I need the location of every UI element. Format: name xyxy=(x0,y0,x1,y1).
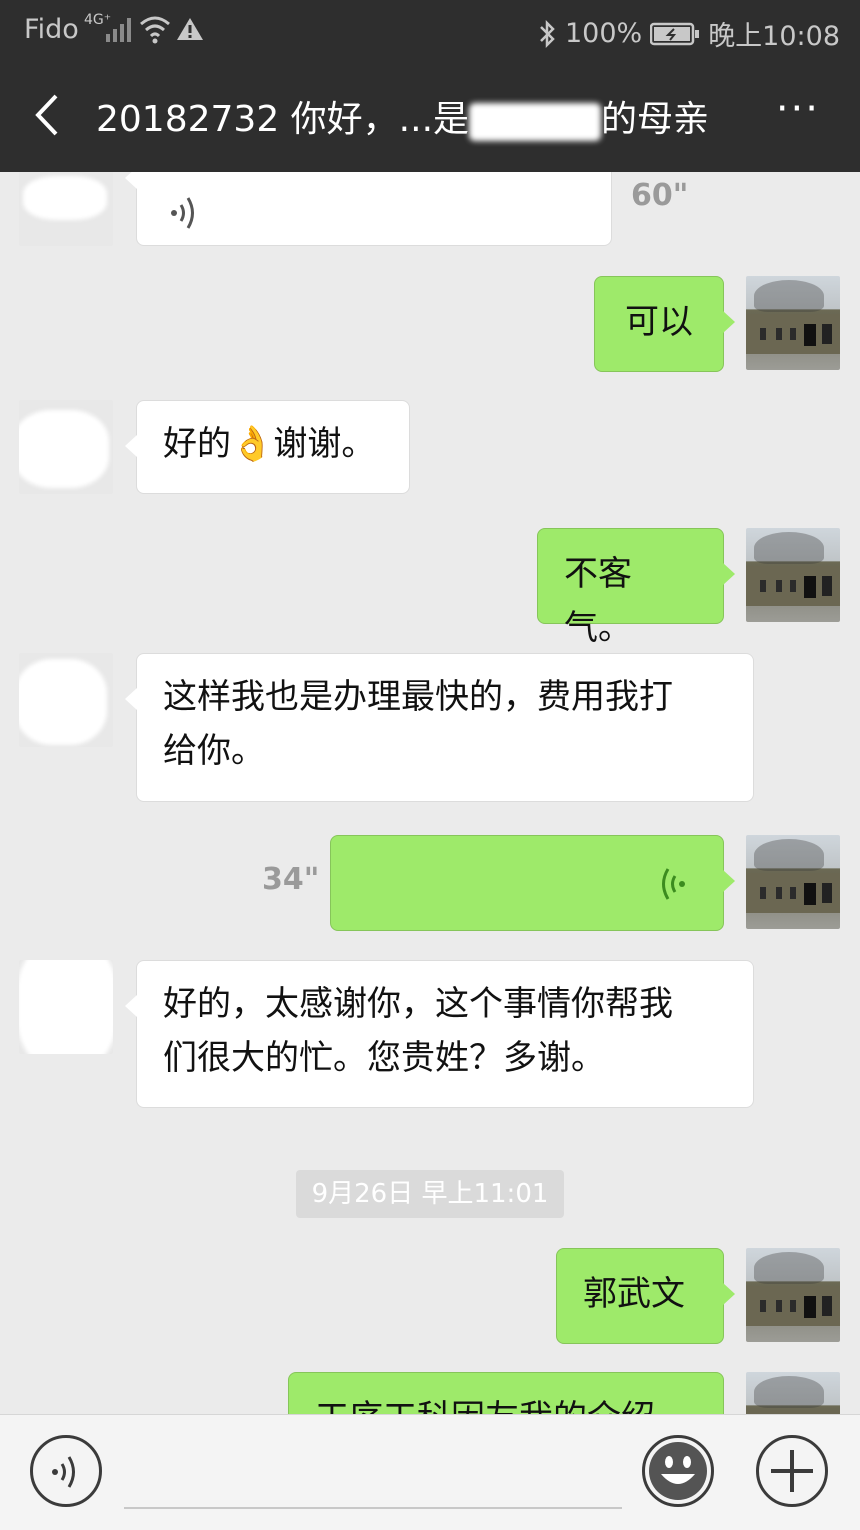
message-text: 好的👌谢谢。 xyxy=(163,424,376,464)
chat-title-suffix: 的母亲 xyxy=(601,99,710,140)
message-bubble[interactable]: 工序工科因友我的介绍 xyxy=(288,1372,724,1414)
chat-title-text: 20182732 你好，...是 xyxy=(96,99,470,140)
message-bubble[interactable]: 郭武文 xyxy=(556,1248,735,1344)
bluetooth-icon xyxy=(540,19,555,48)
voice-duration: 34" xyxy=(262,862,320,897)
message-text: 郭武文 xyxy=(583,1274,685,1314)
voice-wave-icon xyxy=(52,1456,75,1488)
status-bar: Fido 4G⁺ 100% 晚上10:08 xyxy=(0,0,860,60)
emoji-icon[interactable] xyxy=(642,1435,714,1507)
signal-icon xyxy=(106,18,131,42)
message-text: 不客气。 xyxy=(564,554,632,648)
voice-wave-icon xyxy=(171,197,194,229)
message-bubble[interactable]: 这样我也是办理最快的，费用我打 给你。 xyxy=(125,653,754,802)
contact-avatar[interactable] xyxy=(19,960,113,1054)
contact-avatar[interactable] xyxy=(19,400,113,494)
message-bubble[interactable]: 好的，太感谢你，这个事情你帮我 们很大的忙。您贵姓？多谢。 xyxy=(125,960,754,1108)
message-input[interactable] xyxy=(124,1507,622,1509)
my-avatar[interactable] xyxy=(746,835,840,929)
contact-avatar[interactable] xyxy=(19,653,113,747)
my-avatar[interactable] xyxy=(746,276,840,370)
timestamp-divider: 9月26日 早上11:01 xyxy=(296,1170,564,1218)
my-avatar[interactable] xyxy=(746,1372,840,1414)
message-text: 工序工科因友我的介绍 xyxy=(315,1398,655,1414)
contact-avatar[interactable] xyxy=(19,172,113,246)
warning-icon xyxy=(177,18,203,40)
my-avatar[interactable] xyxy=(746,528,840,622)
redaction-scribble xyxy=(469,101,602,141)
chat-title: 20182732 你好，...是 的母亲 xyxy=(96,90,709,142)
input-bar xyxy=(0,1414,860,1530)
battery-percent: 100% xyxy=(564,18,643,49)
message-bubble[interactable]: 好的👌谢谢。 xyxy=(125,400,410,494)
message-text-line: 们很大的忙。您贵姓？多谢。 xyxy=(163,1038,605,1078)
my-avatar[interactable] xyxy=(746,1248,840,1342)
message-bubble[interactable]: 可以 xyxy=(594,276,735,372)
clock: 晚上10:08 xyxy=(708,21,840,52)
more-icon[interactable]: ··· xyxy=(776,86,820,132)
message-text-line: 这样我也是办理最快的，费用我打 xyxy=(163,677,673,717)
message-bubble[interactable]: 不客气。 xyxy=(537,528,735,648)
battery-icon xyxy=(650,22,700,45)
message-text: 可以 xyxy=(625,302,693,342)
voice-wave-icon xyxy=(662,868,685,900)
voice-message[interactable] xyxy=(330,835,735,931)
message-text-line: 给你。 xyxy=(163,731,265,771)
voice-duration: 60" xyxy=(631,178,689,213)
plus-sign-icon xyxy=(771,1450,813,1492)
back-arrow-icon[interactable] xyxy=(28,90,68,140)
message-text-line: 好的，太感谢你，这个事情你帮我 xyxy=(163,984,673,1024)
chat-header: 20182732 你好，...是 的母亲 ··· xyxy=(0,60,860,172)
voice-message[interactable] xyxy=(125,172,612,246)
wifi-icon xyxy=(140,16,170,44)
plus-icon[interactable] xyxy=(756,1435,828,1507)
carrier-label: Fido xyxy=(24,14,79,45)
chat-messages[interactable]: 60" 可以 好的👌谢谢。 不客气。 这样我也是办理最快的，费用我打 给你。 3… xyxy=(0,172,860,1414)
smiley-face-icon xyxy=(649,1442,707,1500)
voice-input-icon[interactable] xyxy=(30,1435,102,1507)
